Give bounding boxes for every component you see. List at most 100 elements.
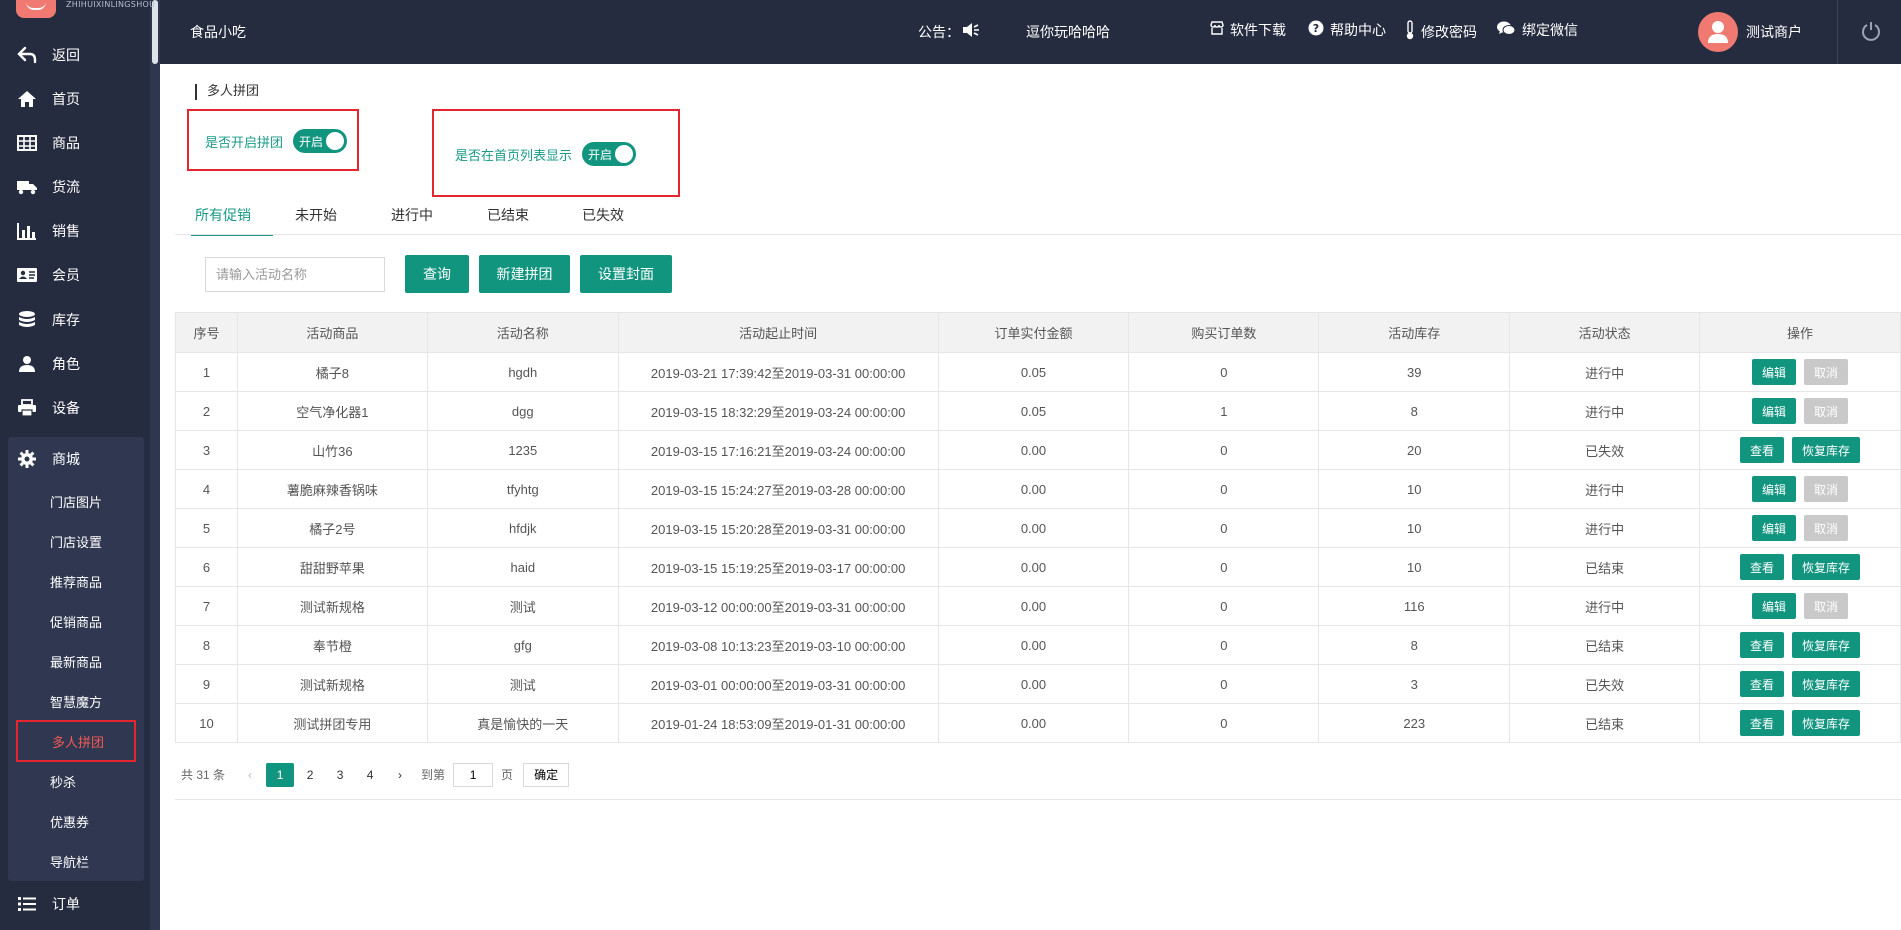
- power-icon[interactable]: [1860, 20, 1882, 46]
- sidebar-item-roles[interactable]: 角色: [0, 342, 150, 386]
- tab-all[interactable]: 所有促销: [191, 205, 273, 236]
- sidebar-item-members[interactable]: 会员: [0, 253, 150, 297]
- submenu-item-group-buy[interactable]: 多人拼团: [16, 720, 136, 762]
- cell-actions: 编辑 取消: [1699, 586, 1901, 626]
- cell-no: 6: [175, 547, 238, 587]
- bind-wechat-link[interactable]: 绑定微信: [1496, 20, 1578, 40]
- sidebar-item-sales[interactable]: 销售: [0, 209, 150, 253]
- submenu-item-store-settings[interactable]: 门店设置: [8, 521, 144, 561]
- cancel-button[interactable]: 取消: [1804, 593, 1849, 619]
- table-row: 3 山竹36 1235 2019-03-15 17:16:21至2019-03-24 …: [175, 430, 1901, 470]
- sidebar-item-orders[interactable]: 订单: [0, 882, 150, 926]
- goto-confirm-button[interactable]: 确定: [523, 762, 570, 787]
- sidebar-item-mall[interactable]: 商城: [8, 437, 144, 481]
- cell-no: 5: [175, 508, 238, 548]
- store-name[interactable]: 食品小吃: [190, 22, 246, 42]
- cell-name: haid: [426, 547, 619, 587]
- cell-no: 10: [175, 703, 238, 743]
- change-password-link[interactable]: 修改密码: [1405, 20, 1477, 44]
- page-1-button[interactable]: 1: [266, 762, 295, 787]
- edit-button[interactable]: 编辑: [1752, 593, 1797, 619]
- help-center-link[interactable]: ? 帮助中心: [1308, 20, 1386, 40]
- sidebar-scroll-track[interactable]: [150, 0, 160, 930]
- prev-page-button[interactable]: ‹: [236, 763, 264, 787]
- edit-button[interactable]: 编辑: [1752, 515, 1797, 541]
- sidebar-item-goods[interactable]: 商品: [0, 121, 150, 165]
- restore-stock-button[interactable]: 恢复库存: [1792, 437, 1861, 463]
- submenu-item-coupons[interactable]: 优惠券: [8, 801, 144, 841]
- cell-actions: 查看 恢复库存: [1699, 547, 1901, 587]
- next-page-button[interactable]: ›: [386, 763, 414, 787]
- submenu-item-newest[interactable]: 最新商品: [8, 641, 144, 681]
- view-button[interactable]: 查看: [1740, 710, 1785, 736]
- software-download-link[interactable]: 软件下载: [1210, 20, 1286, 40]
- toggle-enable-group-buy: 是否开启拼团 开启: [205, 129, 348, 153]
- query-button[interactable]: 查询: [405, 255, 469, 293]
- group-buy-switch[interactable]: 开启: [293, 129, 348, 153]
- cell-actions: 编辑 取消: [1699, 391, 1901, 431]
- cell-actions: 编辑 取消: [1699, 508, 1901, 548]
- sidebar-item-devices[interactable]: 设备: [0, 386, 150, 430]
- sidebar-scroll-thumb[interactable]: [152, 0, 158, 64]
- view-button[interactable]: 查看: [1740, 437, 1785, 463]
- submenu-item-navbar[interactable]: 导航栏: [8, 841, 144, 881]
- edit-button[interactable]: 编辑: [1752, 359, 1797, 385]
- col-header: 活动起止时间: [617, 312, 939, 353]
- tab-in-progress[interactable]: 进行中: [391, 205, 433, 235]
- home-display-switch[interactable]: 开启: [582, 142, 637, 166]
- cell-no: 4: [175, 469, 238, 509]
- edit-button[interactable]: 编辑: [1752, 398, 1797, 424]
- sidebar-item-inventory[interactable]: 库存: [0, 298, 150, 342]
- cancel-button[interactable]: 取消: [1804, 476, 1849, 502]
- sidebar-item-back[interactable]: 返回: [0, 33, 150, 77]
- tab-invalid[interactable]: 已失效: [582, 205, 624, 235]
- view-button[interactable]: 查看: [1740, 632, 1785, 658]
- goto-page-input[interactable]: [453, 762, 494, 787]
- cancel-button[interactable]: 取消: [1804, 398, 1849, 424]
- submenu-item-promotions[interactable]: 促销商品: [8, 601, 144, 641]
- goto-label: 到第: [421, 768, 446, 782]
- user-name[interactable]: 测试商户: [1746, 22, 1802, 42]
- col-header: 活动状态: [1509, 312, 1701, 353]
- pagination: 共 31 条 ‹ 1 2 3 4 › 到第 页 确定: [175, 750, 1901, 800]
- avatar[interactable]: [1698, 12, 1738, 52]
- view-button[interactable]: 查看: [1740, 671, 1785, 697]
- set-cover-button[interactable]: 设置封面: [580, 255, 672, 293]
- tab-ended[interactable]: 已结束: [487, 205, 529, 235]
- submenu-item-store-images[interactable]: 门店图片: [8, 481, 144, 521]
- cell-actions: 查看 恢复库存: [1699, 664, 1901, 704]
- cell-time: 2019-03-08 10:13:23至2019-03-10 00:00:00: [617, 625, 939, 665]
- col-header: 序号: [175, 312, 238, 353]
- submenu-item-smart-cube[interactable]: 智慧魔方: [8, 681, 144, 721]
- cell-no: 9: [175, 664, 238, 704]
- page-4-button[interactable]: 4: [356, 763, 384, 787]
- sidebar-item-home[interactable]: 首页: [0, 77, 150, 121]
- page-3-button[interactable]: 3: [326, 763, 354, 787]
- header-divider: [1837, 0, 1838, 64]
- tab-not-started[interactable]: 未开始: [295, 205, 337, 235]
- notice: 公告：: [918, 22, 980, 42]
- cell-status: 进行中: [1509, 508, 1701, 548]
- table-row: 1 橘子8 hgdh 2019-03-21 17:39:42至2019-03-31 0…: [175, 352, 1901, 392]
- home-icon: [16, 88, 38, 110]
- cancel-button[interactable]: 取消: [1804, 515, 1849, 541]
- view-button[interactable]: 查看: [1740, 554, 1785, 580]
- notice-text[interactable]: 逗你玩哈哈哈: [1026, 22, 1110, 42]
- cancel-button[interactable]: 取消: [1804, 359, 1849, 385]
- edit-button[interactable]: 编辑: [1752, 476, 1797, 502]
- submenu-item-recommended[interactable]: 推荐商品: [8, 561, 144, 601]
- restore-stock-button[interactable]: 恢复库存: [1792, 554, 1861, 580]
- user-icon: [16, 353, 38, 375]
- restore-stock-button[interactable]: 恢复库存: [1792, 671, 1861, 697]
- submenu-item-flash-sale[interactable]: 秒杀: [8, 761, 144, 801]
- restore-stock-button[interactable]: 恢复库存: [1792, 632, 1861, 658]
- col-header: 订单实付金额: [937, 312, 1130, 353]
- table-row: 8 奉节橙 gfg 2019-03-08 10:13:23至2019-03-10 00…: [175, 625, 1901, 665]
- page-2-button[interactable]: 2: [296, 763, 324, 787]
- restore-stock-button[interactable]: 恢复库存: [1792, 710, 1861, 736]
- new-group-buy-button[interactable]: 新建拼团: [479, 255, 570, 293]
- cell-product: 橘子2号: [236, 508, 428, 548]
- sidebar-item-logistics[interactable]: 货流: [0, 165, 150, 209]
- sidebar-item-label: 角色: [52, 357, 80, 373]
- search-input[interactable]: [205, 257, 385, 292]
